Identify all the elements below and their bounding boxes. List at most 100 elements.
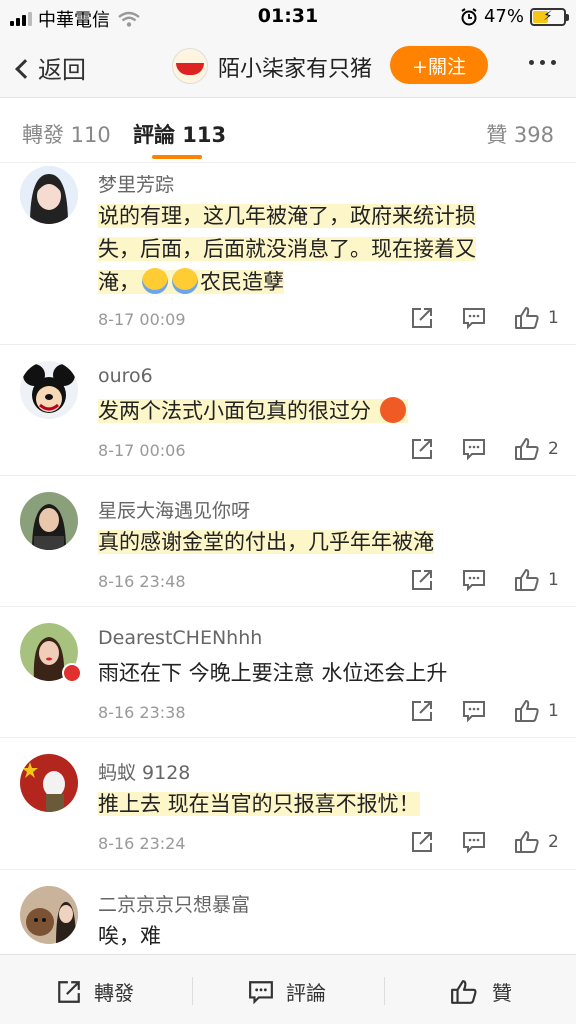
verified-badge-icon	[62, 663, 82, 683]
comment-text: 推上去 现在当官的只报喜不报忧！	[98, 788, 538, 821]
like-count: 1	[548, 570, 559, 590]
like-button[interactable]: 贊	[450, 977, 512, 1006]
crying-emoji-icon	[172, 268, 198, 294]
thumbs-up-icon	[515, 569, 539, 591]
comment-line: 唉，难	[98, 924, 161, 948]
repost-action[interactable]	[410, 699, 434, 723]
reply-action[interactable]	[462, 830, 486, 854]
comment-line: 农民造孽	[200, 270, 284, 294]
repost-action[interactable]	[410, 568, 434, 592]
repost-action[interactable]	[410, 830, 434, 854]
repost-action[interactable]	[410, 437, 434, 461]
tab-likes[interactable]: 贊 398	[486, 119, 554, 149]
author-avatar[interactable]	[172, 48, 208, 84]
comment-username[interactable]: DearestCHENhhh	[98, 627, 262, 649]
comment-line: 淹，	[98, 270, 140, 294]
alarm-icon	[461, 7, 477, 25]
share-icon	[412, 701, 432, 721]
comment-line: 失，后面，后面就没消息了。现在接着又	[98, 237, 476, 261]
battery-percent: 47%	[483, 6, 524, 27]
tab-repost[interactable]: 轉發 110	[22, 119, 111, 149]
user-avatar[interactable]	[20, 754, 78, 812]
thumbs-up-icon	[451, 979, 477, 1004]
divider	[192, 977, 193, 1005]
nav-bar: 返回 陌小柒家有只猪 +關注	[0, 32, 576, 98]
reply-action[interactable]	[462, 306, 486, 330]
like-action[interactable]: 1	[514, 699, 559, 723]
comment-line: 真的感谢金堂的付出，几乎年年被淹	[98, 530, 434, 554]
comment-username[interactable]: 二京京京只想暴富	[98, 890, 250, 917]
like-action[interactable]: 1	[514, 568, 559, 592]
user-avatar[interactable]	[20, 886, 78, 944]
user-avatar[interactable]	[20, 361, 78, 419]
comment-username[interactable]: ouro6	[98, 365, 153, 387]
comment-label: 評論	[286, 981, 326, 1005]
like-count: 1	[548, 701, 559, 721]
comment-line: 推上去 现在当官的只报喜不报忧！	[98, 792, 420, 816]
comment-text: 唉，难	[98, 920, 538, 953]
comment-list[interactable]: 梦里芳踪 说的有理，这几年被淹了，政府来统计损 失，后面，后面就没消息了。现在接…	[0, 164, 576, 954]
comment-button[interactable]: 評論	[248, 977, 326, 1006]
comment-actions: 2	[410, 830, 559, 854]
comment-line: 雨还在下 今晚上要注意 水位还会上升	[98, 661, 448, 685]
comment-actions: 1	[410, 699, 559, 723]
comment-username[interactable]: 蚂蚁 9128	[98, 758, 190, 785]
user-avatar[interactable]	[20, 166, 78, 224]
like-action[interactable]: 2	[514, 830, 559, 854]
comment-text: 雨还在下 今晚上要注意 水位还会上升	[98, 657, 538, 690]
like-count: 2	[548, 832, 559, 852]
comment-icon	[249, 980, 273, 1004]
comment-item: 星辰大海遇见你呀 真的感谢金堂的付出，几乎年年被淹 8-16 23:48 1	[0, 476, 576, 607]
author-name[interactable]: 陌小柒家有只猪	[218, 51, 372, 83]
comment-username[interactable]: 星辰大海遇见你呀	[98, 496, 250, 523]
comment-time: 8-17 00:06	[98, 441, 186, 460]
comment-time: 8-17 00:09	[98, 310, 186, 329]
comment-item: ouro6 发两个法式小面包真的很过分 8-17 00:06 2	[0, 345, 576, 476]
reply-action[interactable]	[462, 568, 486, 592]
comment-icon	[463, 701, 485, 723]
comment-text: 说的有理，这几年被淹了，政府来统计损 失，后面，后面就没消息了。现在接着又 淹，…	[98, 200, 538, 299]
comment-time: 8-16 23:24	[98, 834, 186, 853]
angry-emoji-icon	[379, 397, 406, 423]
share-icon	[412, 570, 432, 590]
comment-text: 真的感谢金堂的付出，几乎年年被淹	[98, 526, 538, 559]
follow-button[interactable]: +關注	[390, 46, 488, 84]
comment-line: 说的有理，这几年被淹了，政府来统计损	[98, 204, 476, 228]
back-label: 返回	[38, 56, 86, 84]
tab-comments[interactable]: 評論 113	[133, 119, 226, 149]
active-tab-indicator	[152, 155, 202, 159]
like-count: 1	[548, 308, 559, 328]
comment-time: 8-16 23:38	[98, 703, 186, 722]
back-button[interactable]: 返回	[15, 50, 86, 85]
comment-icon	[463, 832, 485, 854]
comment-item: 蚂蚁 9128 推上去 现在当官的只报喜不报忧！ 8-16 23:24 2	[0, 738, 576, 870]
thumbs-up-icon	[515, 307, 539, 329]
thumbs-up-icon	[515, 831, 539, 853]
reply-action[interactable]	[462, 437, 486, 461]
repost-button[interactable]: 轉發	[56, 977, 134, 1006]
share-icon	[58, 980, 80, 1003]
repost-label: 轉發	[94, 981, 134, 1005]
user-avatar[interactable]	[20, 623, 82, 683]
repost-action[interactable]	[410, 306, 434, 330]
more-options-icon[interactable]	[529, 60, 556, 65]
comment-username[interactable]: 梦里芳踪	[98, 170, 174, 197]
reply-action[interactable]	[462, 699, 486, 723]
status-right: 47% ⚡	[460, 6, 569, 27]
bottom-action-bar: 轉發 評論 贊	[0, 954, 576, 1024]
comment-actions: 2	[410, 437, 559, 461]
like-action[interactable]: 2	[514, 437, 559, 461]
tab-bar: 轉發 110 評論 113 贊 398	[0, 99, 576, 163]
share-icon	[412, 439, 432, 459]
comment-time: 8-16 23:48	[98, 572, 186, 591]
comment-icon	[463, 439, 485, 461]
comment-item: DearestCHENhhh 雨还在下 今晚上要注意 水位还会上升 8-16 2…	[0, 607, 576, 738]
chevron-left-icon	[15, 58, 35, 79]
divider	[384, 977, 385, 1005]
like-action[interactable]: 1	[514, 306, 559, 330]
like-label: 贊	[492, 981, 512, 1005]
share-icon	[412, 832, 432, 852]
comment-item: 梦里芳踪 说的有理，这几年被淹了，政府来统计损 失，后面，后面就没消息了。现在接…	[0, 164, 576, 345]
user-avatar[interactable]	[20, 492, 78, 550]
comment-item: 二京京京只想暴富 唉，难	[0, 870, 576, 954]
